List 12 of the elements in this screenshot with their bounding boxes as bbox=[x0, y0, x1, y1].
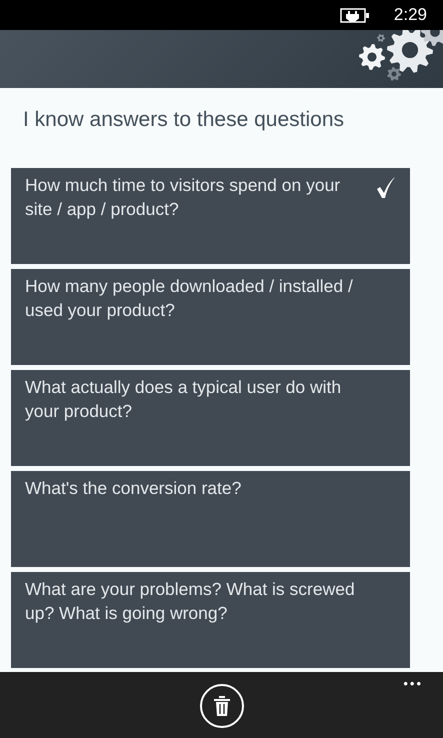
more-button[interactable]: ••• bbox=[403, 674, 423, 694]
question-tile[interactable]: What actually does a typical user do with your product? bbox=[11, 370, 410, 466]
question-tile[interactable]: How much time to visitors spend on your site / app / product? bbox=[11, 168, 410, 264]
trash-icon bbox=[214, 696, 230, 716]
battery-charging-icon bbox=[340, 8, 370, 22]
question-tile[interactable]: How many people downloaded / installed / used your product? bbox=[11, 269, 410, 365]
clock-time: 2:29 bbox=[394, 4, 427, 26]
checkmark-icon bbox=[376, 177, 396, 199]
question-tile[interactable]: What are your problems? What is screwed up? What is going wrong? bbox=[11, 572, 410, 668]
delete-button[interactable] bbox=[200, 684, 244, 728]
page-heading: I know answers to these questions bbox=[23, 108, 344, 131]
question-tile[interactable]: What's the conversion rate? bbox=[11, 471, 410, 567]
